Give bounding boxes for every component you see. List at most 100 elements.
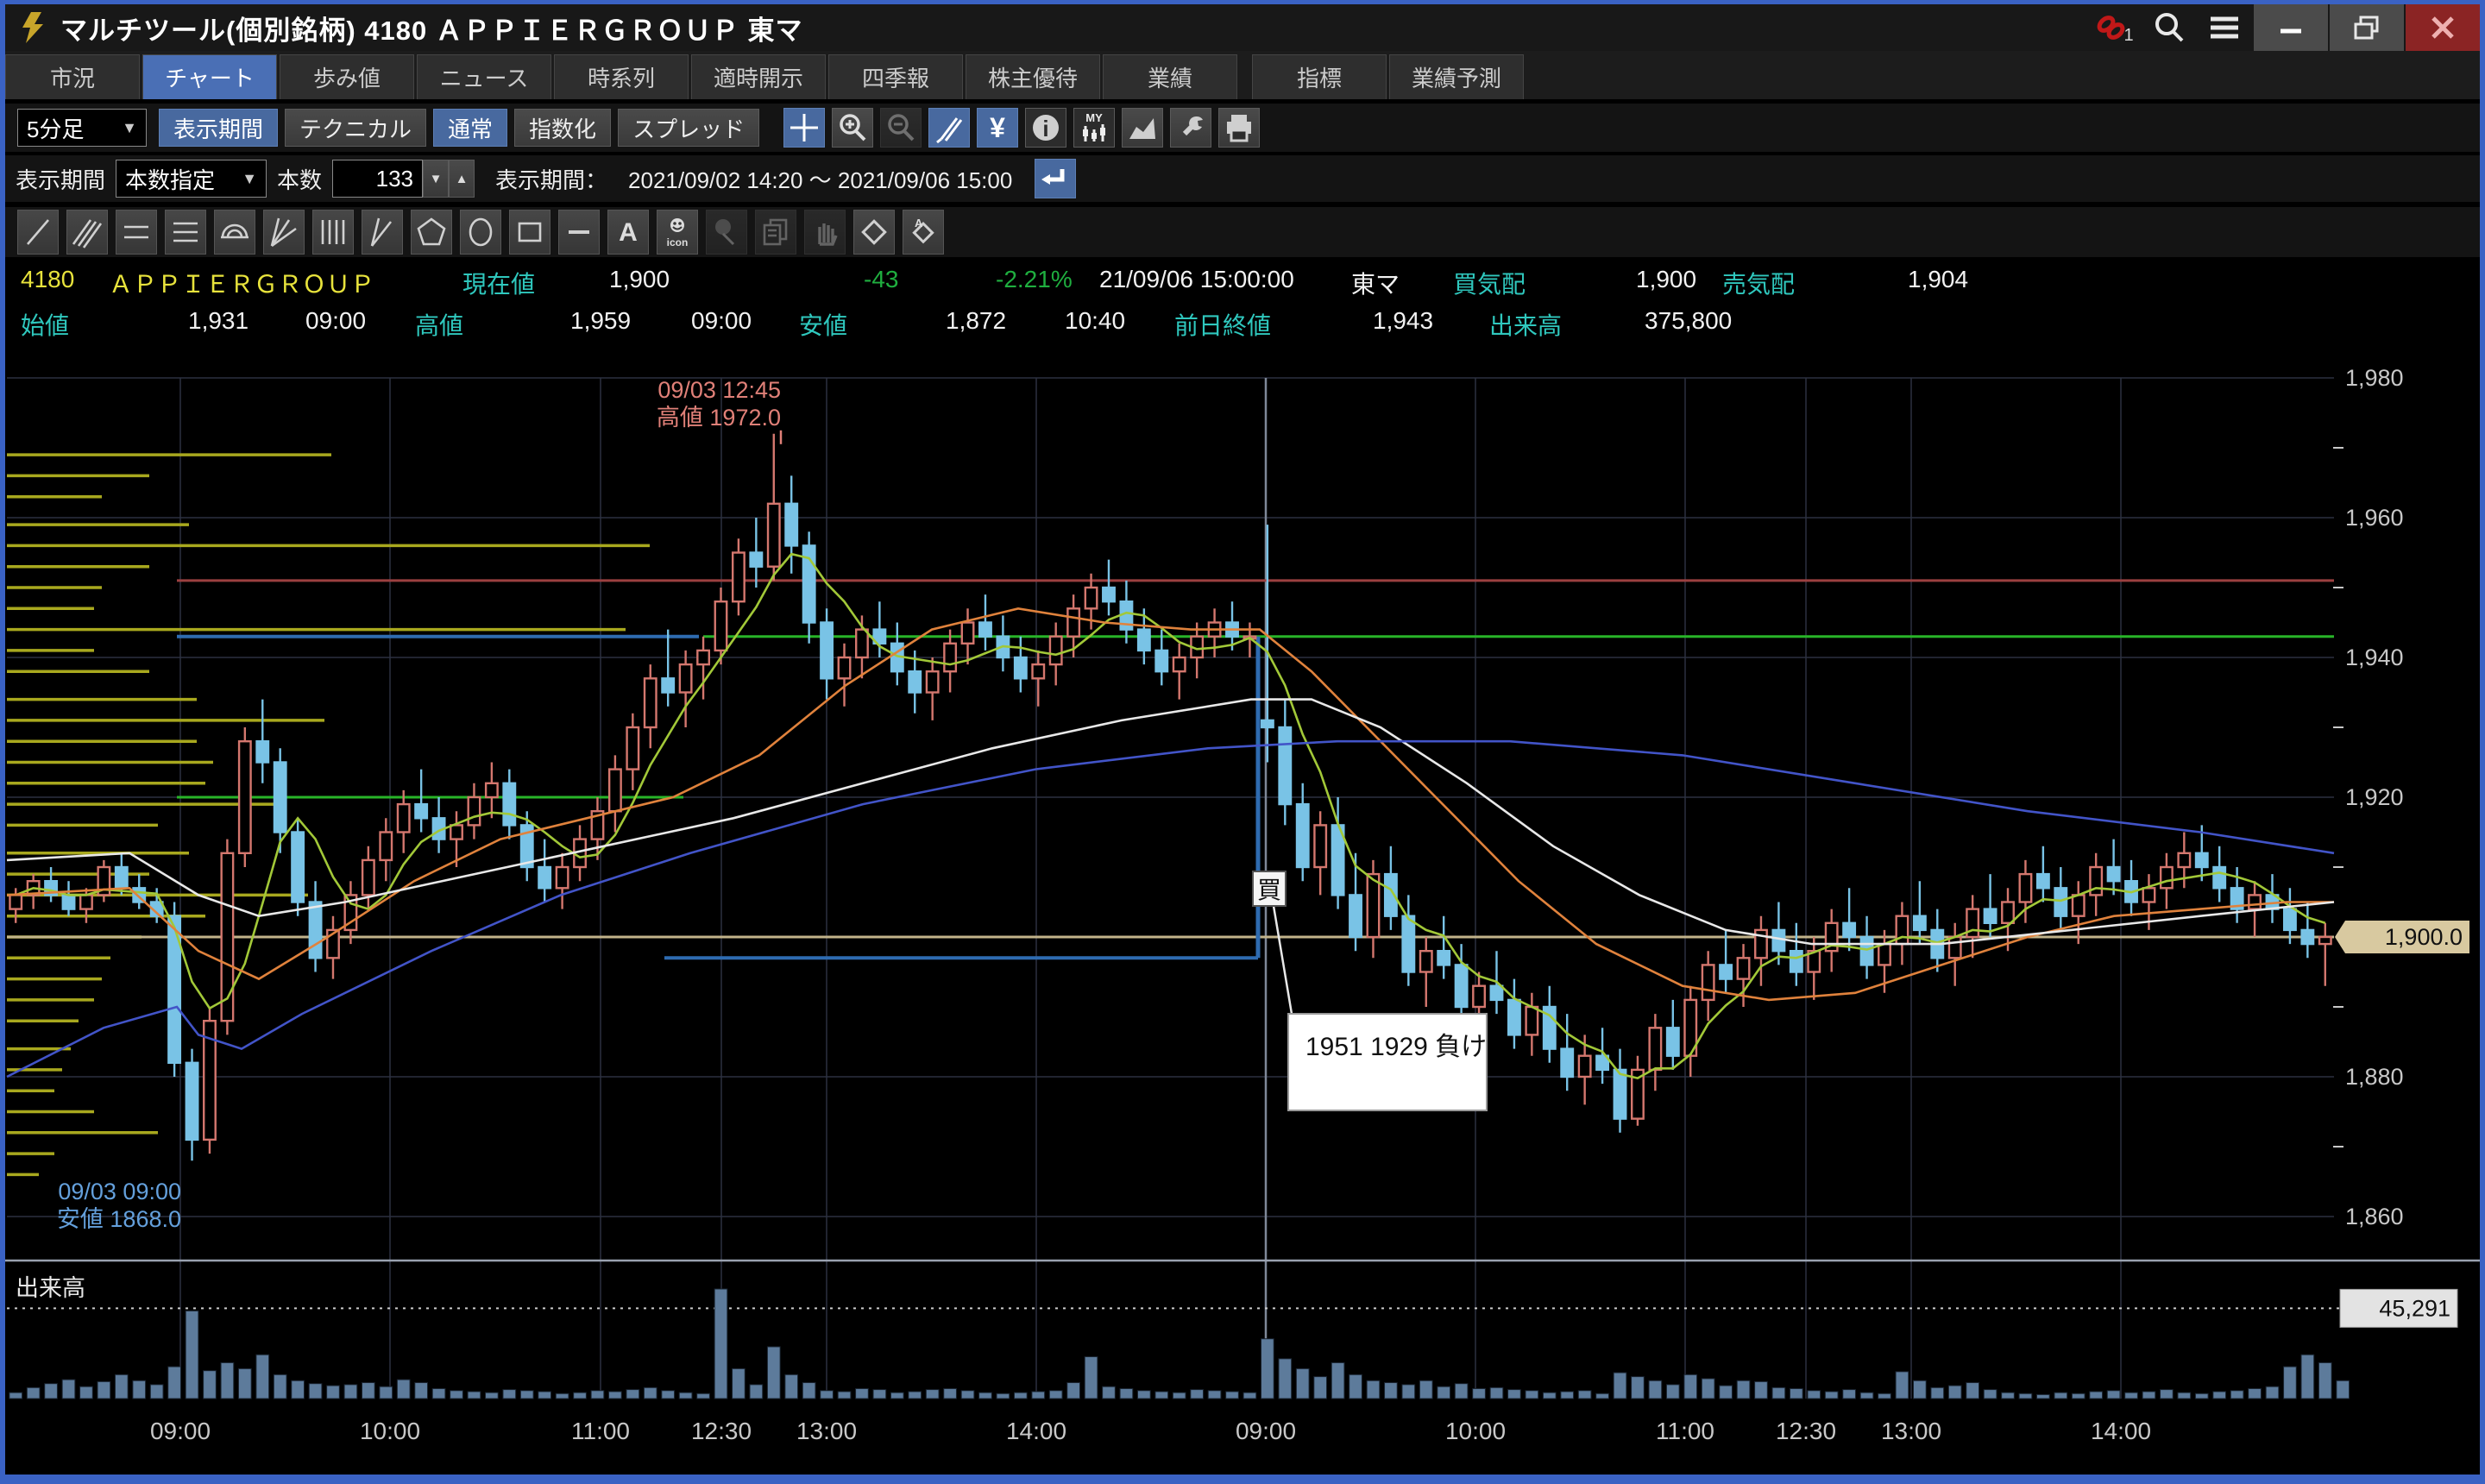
volume-bar: [1402, 1385, 1415, 1399]
chart-toolbar: 5分足 ▼ 表示期間テクニカル通常指数化スプレッド ¥iMY: [5, 104, 2480, 152]
trade-tooltip[interactable]: [1288, 1014, 1487, 1110]
crosshair-icon[interactable]: [783, 108, 825, 148]
close-button[interactable]: [2406, 4, 2480, 51]
toolbar-button-スプレッド[interactable]: スプレッド: [618, 109, 759, 147]
rectangle-icon[interactable]: [509, 210, 550, 255]
candle-down: [1667, 1028, 1678, 1055]
toolbar-button-指数化[interactable]: 指数化: [514, 109, 611, 147]
candle-down: [310, 902, 321, 959]
candle-up: [1368, 874, 1379, 937]
period-mode-select[interactable]: 本数指定 ▼: [116, 160, 267, 198]
tab-時系列[interactable]: 時系列: [554, 54, 689, 99]
low-annotation-value: 安値 1868.0: [57, 1206, 181, 1232]
my-chart-icon[interactable]: MY: [1073, 108, 1115, 148]
minimize-button[interactable]: [2254, 4, 2328, 51]
yen-icon[interactable]: ¥: [977, 108, 1018, 148]
ellipse-icon[interactable]: [460, 210, 501, 255]
horizontal-segment-icon[interactable]: [558, 210, 600, 255]
x-axis-label: 11:00: [571, 1418, 630, 1444]
svg-text:A: A: [915, 217, 923, 230]
volume-bar: [327, 1386, 340, 1399]
volume-bar: [238, 1368, 251, 1399]
candle-down: [909, 671, 920, 692]
text-icon[interactable]: A: [607, 210, 649, 255]
volume-bar: [1666, 1385, 1679, 1399]
tab-業績予測[interactable]: 業績予測: [1389, 54, 1524, 99]
candle-up: [1650, 1028, 1661, 1070]
candle-down: [1297, 804, 1308, 867]
tab-業績[interactable]: 業績: [1103, 54, 1237, 99]
horizontal-lines-2-icon[interactable]: [116, 210, 157, 255]
area-chart-icon[interactable]: [1122, 108, 1163, 148]
candle-down: [1403, 916, 1414, 972]
tab-株主優待[interactable]: 株主優待: [966, 54, 1100, 99]
tab-歩み値[interactable]: 歩み値: [280, 54, 414, 99]
volume-bar: [644, 1387, 657, 1399]
volume-bar: [838, 1392, 851, 1399]
eraser-all-icon[interactable]: A: [903, 210, 944, 255]
info-icon[interactable]: i: [1025, 108, 1066, 148]
candle-up: [9, 895, 21, 909]
tab-市況[interactable]: 市況: [5, 54, 140, 99]
count-down-button[interactable]: ▼: [423, 160, 449, 198]
tab-ニュース[interactable]: ニュース: [417, 54, 551, 99]
fan-lines-icon[interactable]: [263, 210, 305, 255]
toolbar-button-表示期間[interactable]: 表示期間: [159, 109, 278, 147]
link-group-icon[interactable]: 1: [2086, 4, 2142, 51]
toolbar-button-テクニカル[interactable]: テクニカル: [285, 109, 426, 147]
restore-button[interactable]: [2330, 4, 2404, 51]
volume-bar: [1067, 1383, 1080, 1399]
fibonacci-arc-icon[interactable]: [214, 210, 255, 255]
volume-bar: [1349, 1374, 1362, 1399]
volume-bar: [45, 1384, 58, 1399]
quote-change: -43: [864, 266, 898, 293]
zoom-in-icon[interactable]: [832, 108, 873, 148]
menu-icon[interactable]: [2197, 4, 2252, 51]
candle-up: [856, 630, 867, 657]
quote-code: 4180: [21, 266, 74, 293]
candle-up: [2020, 874, 2031, 902]
reload-period-button[interactable]: [1035, 159, 1076, 198]
stamp-icon-icon[interactable]: icon: [657, 210, 698, 255]
volume-bar: [432, 1388, 445, 1399]
volume-bar: [2019, 1393, 2032, 1399]
candle-up: [1420, 951, 1431, 972]
candle-up: [1949, 937, 1960, 958]
ma-line-short: [16, 554, 2325, 1078]
tab-適時開示[interactable]: 適時開示: [691, 54, 826, 99]
tab-指標[interactable]: 指標: [1252, 54, 1387, 99]
angle-fan-icon[interactable]: [362, 210, 403, 255]
toolbar-button-通常[interactable]: 通常: [433, 109, 507, 147]
candle-down: [1138, 630, 1149, 651]
interval-select[interactable]: 5分足 ▼: [17, 109, 147, 147]
bar-count-input[interactable]: 133: [332, 160, 423, 198]
tab-四季報[interactable]: 四季報: [828, 54, 963, 99]
x-axis-label: 10:00: [360, 1418, 420, 1444]
volume-bar: [1755, 1381, 1768, 1399]
volume-bar: [292, 1380, 305, 1399]
count-up-button[interactable]: ▲: [449, 160, 475, 198]
parallel-channel-icon[interactable]: [66, 210, 108, 255]
eraser-icon[interactable]: [853, 210, 895, 255]
horizontal-lines-3-icon[interactable]: [165, 210, 206, 255]
candle-down: [1561, 1049, 1572, 1077]
volume-bar: [1103, 1387, 1116, 1399]
quote-low-time: 10:40: [1065, 307, 1125, 335]
search-icon[interactable]: [2142, 4, 2197, 51]
x-axis-label: 14:00: [1006, 1418, 1066, 1444]
price-chart[interactable]: 1,9801,9601,9401,9201,8801,8601,900.045,…: [0, 343, 2485, 1475]
candle-up: [1579, 1056, 1590, 1077]
vertical-lines-icon[interactable]: [312, 210, 354, 255]
callout-icon: [706, 210, 747, 255]
trend-line-icon[interactable]: [17, 210, 59, 255]
volume-bar: [1578, 1391, 1591, 1399]
volume-bar: [380, 1387, 393, 1399]
candle-up: [1050, 637, 1061, 664]
volume-bar: [1931, 1387, 1944, 1399]
wrench-icon[interactable]: [1170, 108, 1211, 148]
pentagon-icon[interactable]: [411, 210, 452, 255]
print-icon[interactable]: [1218, 108, 1260, 148]
tab-チャート[interactable]: チャート: [142, 54, 277, 99]
quote-high-time: 09:00: [691, 307, 752, 335]
pencil-icon[interactable]: [928, 108, 970, 148]
